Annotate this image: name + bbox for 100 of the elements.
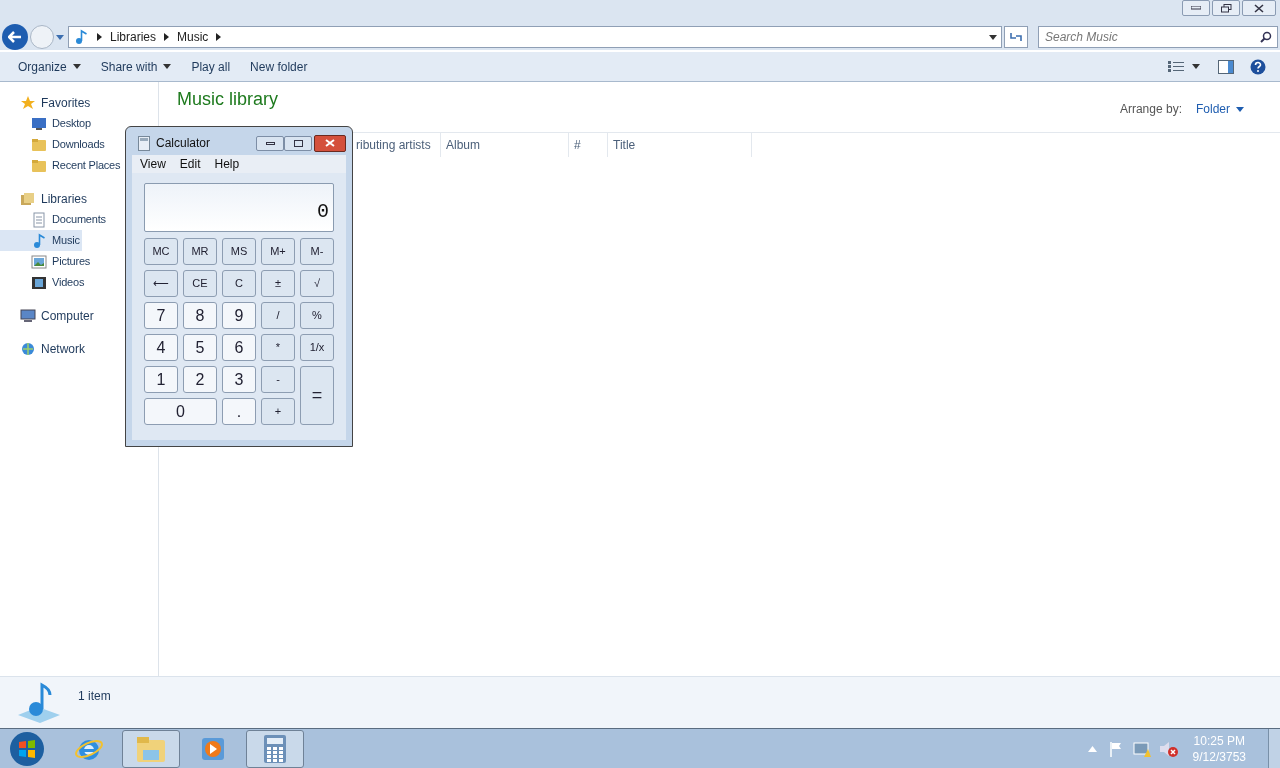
calculator-key[interactable]: 3	[222, 366, 256, 393]
help-icon	[1250, 58, 1266, 75]
column-header[interactable]: Title	[608, 132, 752, 157]
search-icon	[1260, 31, 1272, 43]
library-title: Music library	[177, 88, 278, 110]
close-button[interactable]	[314, 134, 346, 152]
calculator-key[interactable]: 2	[183, 366, 217, 393]
calculator-key[interactable]: C	[222, 270, 256, 297]
film-icon	[31, 274, 47, 291]
display-value: 0	[317, 201, 329, 223]
toolbar-button[interactable]: New folder	[240, 54, 318, 79]
nav-item[interactable]: Pictures	[0, 251, 93, 272]
menu-item[interactable]: View	[140, 155, 166, 173]
calculator-icon	[263, 733, 287, 764]
folder-icon	[31, 157, 47, 174]
menu-item[interactable]: Help	[214, 155, 240, 173]
nav-item[interactable]: Favorites	[0, 92, 93, 113]
calculator-key[interactable]: 1	[144, 366, 178, 393]
nav-item[interactable]: Network	[0, 338, 87, 359]
nav-item[interactable]: Desktop	[0, 113, 93, 134]
menu-item[interactable]: Edit	[179, 155, 201, 173]
calculator-key[interactable]: 9	[222, 302, 256, 329]
calculator-key[interactable]: %	[300, 302, 334, 329]
caret-icon	[163, 64, 172, 69]
nav-item[interactable]: Computer	[0, 305, 96, 326]
preview-pane-icon	[1218, 59, 1234, 74]
calculator-key[interactable]: M-	[300, 238, 334, 265]
minimize-icon	[265, 141, 275, 145]
calculator-key[interactable]: √	[300, 270, 334, 297]
back-button[interactable]	[2, 24, 28, 50]
taskbar-button[interactable]	[246, 729, 304, 768]
music-library-icon	[16, 681, 62, 725]
nav-item[interactable]: Music	[0, 230, 82, 251]
calculator-key[interactable]: 5	[183, 334, 217, 361]
restore-button[interactable]	[1212, 0, 1240, 16]
column-header[interactable]: Album	[441, 132, 569, 157]
play-icon	[200, 735, 226, 762]
nav-item[interactable]: Recent Places	[0, 155, 123, 176]
close-button[interactable]	[1242, 0, 1276, 16]
show-desktop-button[interactable]	[1268, 728, 1280, 768]
caret-icon	[72, 64, 81, 69]
calculator-key[interactable]: MS	[222, 238, 256, 265]
caret-icon	[1192, 64, 1200, 69]
calculator-key[interactable]: MC	[144, 238, 178, 265]
minimize-button[interactable]	[256, 135, 284, 151]
calculator-key[interactable]: 1/x	[300, 334, 334, 361]
calculator-key[interactable]: /	[261, 302, 295, 329]
maximize-icon	[293, 139, 303, 147]
history-dropdown[interactable]	[56, 32, 66, 42]
desktop-icon	[31, 115, 47, 132]
clock-time: 10:25 PM	[1193, 732, 1245, 749]
folder-icon	[31, 136, 47, 153]
calculator-key[interactable]: -	[261, 366, 295, 393]
address-bar[interactable]: Libraries Music	[68, 26, 1002, 48]
nav-item[interactable]: Libraries	[0, 188, 90, 209]
calculator-key[interactable]: M+	[261, 238, 295, 265]
maximize-button[interactable]	[284, 135, 312, 151]
nav-item[interactable]: Documents	[0, 209, 108, 230]
close-icon	[1254, 3, 1264, 13]
arrange-label: Arrange by:	[1119, 101, 1182, 118]
calculator-key[interactable]: CE	[183, 270, 217, 297]
calculator-key[interactable]: +	[261, 398, 295, 425]
toolbar-button[interactable]: Organize	[8, 54, 91, 79]
calculator-key[interactable]: 8	[183, 302, 217, 329]
nav-item[interactable]: Videos	[0, 272, 87, 293]
taskbar-button[interactable]	[122, 729, 180, 768]
refresh-button[interactable]	[1004, 26, 1028, 48]
calculator-key[interactable]: .	[222, 398, 256, 425]
calculator-icon	[138, 135, 150, 151]
calculator-key[interactable]: 6	[222, 334, 256, 361]
star-icon	[20, 94, 36, 111]
music-note-icon	[73, 29, 89, 45]
breadcrumb[interactable]: Music	[177, 28, 209, 46]
calculator-key[interactable]: 4	[144, 334, 178, 361]
chevron-icon	[97, 33, 102, 41]
network-warning-icon[interactable]	[1132, 740, 1151, 757]
search-field[interactable]: Search Music	[1038, 26, 1278, 48]
computer-icon	[20, 307, 36, 324]
speaker-muted-icon[interactable]	[1158, 740, 1179, 757]
music-note-icon	[31, 232, 47, 249]
calculator-key[interactable]: 0	[144, 398, 217, 425]
nav-item[interactable]: Downloads	[0, 134, 107, 155]
calculator-key[interactable]: ±	[261, 270, 295, 297]
calculator-key[interactable]: =	[300, 366, 334, 425]
caret-icon	[989, 34, 997, 40]
calculator-key[interactable]: ⟵	[144, 270, 178, 297]
caret-icon	[56, 34, 64, 40]
calculator-key[interactable]: MR	[183, 238, 217, 265]
minimize-icon	[1191, 6, 1201, 10]
toolbar-button[interactable]: Share with	[90, 54, 182, 79]
column-header[interactable]: #	[569, 132, 608, 157]
breadcrumb[interactable]: Libraries	[110, 28, 157, 46]
picture-icon	[31, 253, 47, 270]
calculator-key[interactable]: 7	[144, 302, 178, 329]
arrange-dropdown[interactable]: Folder	[1196, 100, 1244, 118]
calculator-key[interactable]: *	[261, 334, 295, 361]
document-icon	[31, 211, 47, 228]
details-view-icon	[1168, 60, 1184, 73]
toolbar-button[interactable]: Play all	[181, 54, 241, 79]
close-icon	[325, 139, 335, 147]
